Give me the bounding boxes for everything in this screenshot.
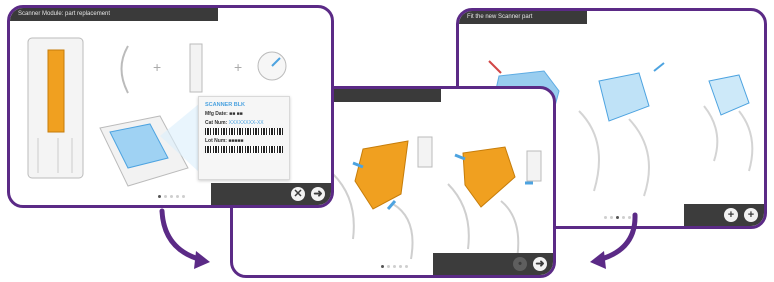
card-title: SCANNER BLK — [205, 102, 246, 108]
pagination-dots — [158, 195, 185, 198]
pagination-dot[interactable] — [393, 265, 396, 268]
field-value: ■■■■■ — [228, 138, 244, 144]
pagination-dot[interactable] — [176, 195, 179, 198]
add-icon[interactable]: + — [724, 208, 738, 222]
pagination-dots — [381, 265, 408, 268]
pagination-dot[interactable] — [170, 195, 173, 198]
flow-arrow-left — [159, 208, 210, 269]
back-icon[interactable]: • — [513, 257, 527, 271]
panel-step-1: Scanner Module: part replacement + + SCA… — [7, 5, 334, 208]
pagination-dot[interactable] — [387, 265, 390, 268]
card-row: Mfg Date: ■■ ■■ — [205, 111, 283, 117]
pagination-dot[interactable] — [405, 265, 408, 268]
card-row: Lot Num: ■■■■■ — [205, 138, 283, 144]
field-label: Mfg Date: — [205, 111, 228, 117]
panel-toolbar: ✕ ➜ — [211, 183, 331, 205]
svg-text:+: + — [234, 59, 242, 75]
pagination-dot[interactable] — [182, 195, 185, 198]
part-info-card: SCANNER BLK Mfg Date: ■■ ■■ Cat Num: XXX… — [198, 96, 290, 180]
pagination-dot[interactable] — [164, 195, 167, 198]
panel-toolbar: + + — [684, 204, 764, 226]
card-row: Cat Num: XXXXXXXX-XX — [205, 120, 283, 126]
field-value: ■■ ■■ — [229, 111, 243, 117]
barcode — [205, 146, 283, 153]
pagination-dot[interactable] — [399, 265, 402, 268]
workflow-canvas: Fit the new Scanner part + + Scanner Mod… — [0, 0, 774, 282]
pagination-dot-active[interactable] — [381, 265, 384, 268]
svg-text:+: + — [153, 59, 161, 75]
barcode — [205, 128, 283, 135]
field-label: Lot Num: — [205, 138, 227, 144]
close-icon[interactable]: ✕ — [291, 187, 305, 201]
panel-toolbar: • ➜ — [433, 253, 553, 275]
field-value: XXXXXXXX-XX — [228, 120, 264, 126]
pagination-dot-active[interactable] — [158, 195, 161, 198]
field-label: Cat Num: — [205, 120, 228, 126]
flow-arrow-right — [590, 212, 638, 269]
next-icon[interactable]: ➜ — [311, 187, 325, 201]
next-icon[interactable]: ➜ — [533, 257, 547, 271]
add-icon[interactable]: + — [744, 208, 758, 222]
